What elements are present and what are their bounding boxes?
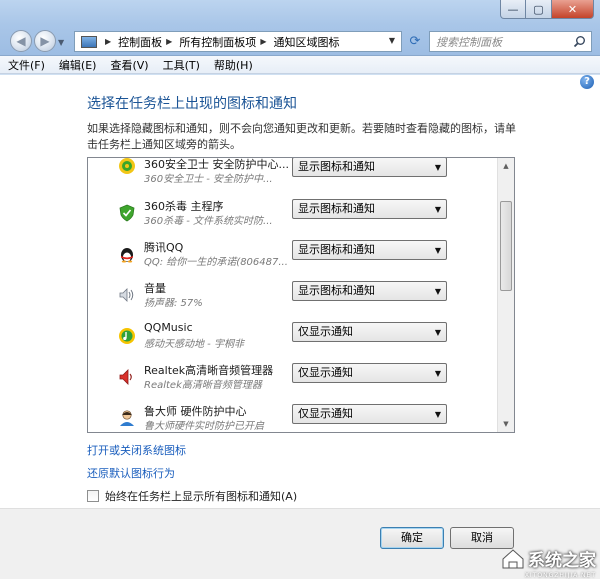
breadcrumb-chevron-icon[interactable]: ▶ — [260, 37, 266, 46]
scroll-up-icon[interactable]: ▲ — [498, 158, 514, 174]
behavior-select[interactable]: 显示图标和通知 ▼ — [292, 281, 447, 301]
menu-view[interactable]: 查看(V) — [110, 57, 148, 73]
breadcrumb-all-items[interactable]: 所有控制面板项 ▶ — [179, 34, 273, 50]
notification-icon-list[interactable]: 360安全卫士 安全防护中心... 360安全卫士 - 安全防护中... 显示图… — [87, 157, 515, 433]
vertical-scrollbar[interactable]: ▲ ▼ — [497, 158, 514, 432]
close-button[interactable]: ✕ — [552, 0, 594, 19]
watermark-subtext: XITONGZHIJIA.NET — [524, 572, 596, 579]
list-item-360-safeguard: 360安全卫士 安全防护中心... 360安全卫士 - 安全防护中... 显示图… — [88, 158, 498, 195]
search-icon[interactable] — [573, 35, 586, 48]
minimize-button[interactable]: — — [500, 0, 526, 19]
menu-help[interactable]: 帮助(H) — [214, 57, 253, 73]
page-description: 如果选择隐藏图标和通知，则不会向您通知更改和更新。若要随时查看隐藏的图标，请单击… — [87, 122, 516, 151]
realtek-speaker-icon — [119, 369, 132, 385]
refresh-icon: ⟳ — [409, 34, 421, 49]
speaker-icon — [119, 288, 134, 302]
menu-bar: 文件(F) 编辑(E) 查看(V) 工具(T) 帮助(H) — [0, 56, 600, 74]
window-controls: — ▢ ✕ — [500, 0, 594, 19]
restore-default-link[interactable]: 还原默认图标行为 — [87, 465, 175, 481]
control-panel-icon — [81, 35, 97, 48]
list-item-ludashi: 鲁大师 硬件防护中心 鲁大师硬件实时防护已开启 仅显示通知 ▼ — [88, 401, 498, 432]
chevron-down-icon: ▼ — [434, 287, 441, 296]
list-item-360-antivirus: 360杀毒 主程序 360杀毒 - 文件系统实时防... 显示图标和通知 ▼ — [88, 196, 498, 237]
scroll-down-icon[interactable]: ▼ — [498, 416, 514, 432]
window-titlebar: — ▢ ✕ ◀ ▶ ▼ ▶ 控制面板 ▶ 所有控制面板项 ▶ 通知区域图标 ▼ … — [0, 0, 600, 56]
show-all-icons-option[interactable]: 始终在任务栏上显示所有图标和通知(A) — [87, 488, 297, 504]
address-dropdown-icon[interactable]: ▼ — [389, 36, 395, 45]
system-icons-link[interactable]: 打开或关闭系统图标 — [87, 442, 186, 458]
menu-edit[interactable]: 编辑(E) — [59, 57, 97, 73]
behavior-select[interactable]: 显示图标和通知 ▼ — [292, 240, 447, 260]
watermark-logo: 系统之家 — [501, 546, 596, 571]
search-input[interactable]: 搜索控制面板 — [429, 31, 592, 52]
watermark-house-icon — [502, 548, 524, 568]
chevron-down-icon: ▼ — [434, 205, 441, 214]
back-button[interactable]: ◀ — [10, 30, 32, 52]
ludashi-icon — [120, 410, 134, 426]
back-arrow-icon: ◀ — [16, 34, 26, 48]
breadcrumb-chevron-icon[interactable]: ▶ — [166, 37, 172, 46]
list-item-qq: 腾讯QQ QQ: 给你一生的承诺(806487... 显示图标和通知 ▼ — [88, 237, 498, 278]
chevron-down-icon: ▼ — [434, 328, 441, 337]
chevron-down-icon: ▼ — [434, 410, 441, 419]
qq-penguin-icon — [121, 248, 133, 263]
menu-tools[interactable]: 工具(T) — [163, 57, 200, 73]
show-all-icons-label[interactable]: 始终在任务栏上显示所有图标和通知(A) — [105, 488, 297, 504]
recent-pages-dropdown[interactable]: ▼ — [58, 38, 68, 48]
page-title: 选择在任务栏上出现的图标和通知 — [87, 96, 297, 112]
forward-arrow-icon: ▶ — [40, 34, 50, 48]
360-antivirus-icon — [119, 204, 135, 222]
breadcrumb-notification-icons[interactable]: 通知区域图标 — [273, 34, 339, 50]
breadcrumb-chevron-icon[interactable]: ▶ — [105, 37, 111, 46]
help-icon[interactable]: ? — [580, 75, 594, 89]
breadcrumb-control-panel[interactable]: 控制面板 ▶ — [118, 34, 179, 50]
refresh-button[interactable]: ⟳ — [405, 32, 425, 52]
list-item-volume: 音量 扬声器: 57% 显示图标和通知 ▼ — [88, 278, 498, 319]
scrollbar-thumb[interactable] — [500, 201, 512, 291]
dialog-footer: 确定 取消 系统之家 XITONGZHIJIA.NET — [0, 508, 600, 579]
qqmusic-icon — [119, 328, 135, 344]
ok-button[interactable]: 确定 — [380, 527, 444, 549]
chevron-down-icon: ▼ — [434, 369, 441, 378]
chevron-down-icon: ▼ — [434, 246, 441, 255]
forward-button[interactable]: ▶ — [34, 30, 56, 52]
list-item-qqmusic: QQMusic 感动天感动地 - 宇桐非 仅显示通知 ▼ — [88, 319, 498, 360]
behavior-select[interactable]: 仅显示通知 ▼ — [292, 322, 447, 342]
search-placeholder: 搜索控制面板 — [436, 35, 502, 49]
menu-file[interactable]: 文件(F) — [8, 57, 45, 73]
behavior-select[interactable]: 仅显示通知 ▼ — [292, 363, 447, 383]
main-content: ? 选择在任务栏上出现的图标和通知 如果选择隐藏图标和通知，则不会向您通知更改和… — [0, 75, 600, 508]
behavior-select[interactable]: 显示图标和通知 ▼ — [292, 199, 447, 219]
maximize-button[interactable]: ▢ — [526, 0, 552, 19]
behavior-select[interactable]: 仅显示通知 ▼ — [292, 404, 447, 424]
address-bar[interactable]: ▶ 控制面板 ▶ 所有控制面板项 ▶ 通知区域图标 ▼ — [74, 31, 402, 52]
show-all-icons-checkbox[interactable] — [87, 490, 99, 502]
360-safeguard-icon — [119, 158, 135, 174]
list-item-realtek: Realtek高清晰音频管理器 Realtek高清晰音频管理器 仅显示通知 ▼ — [88, 360, 498, 401]
behavior-select[interactable]: 显示图标和通知 ▼ — [292, 158, 447, 177]
chevron-down-icon: ▼ — [434, 163, 441, 172]
